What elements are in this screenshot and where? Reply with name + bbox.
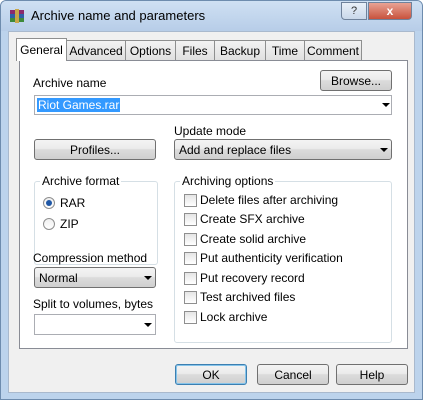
tab-label: Backup	[219, 43, 261, 58]
dialog-body: General Advanced Options Files Backup Ti…	[8, 31, 415, 393]
archive-format-title: Archive format	[40, 174, 122, 188]
tab-time[interactable]: Time	[265, 40, 305, 60]
tab-comment[interactable]: Comment	[304, 40, 362, 60]
chevron-down-icon	[144, 276, 152, 280]
chevron-down-icon[interactable]	[144, 323, 152, 327]
browse-label: Browse...	[330, 73, 381, 88]
tab-files[interactable]: Files	[175, 40, 215, 60]
authenticity-verification-checkbox[interactable]	[184, 252, 197, 265]
tab-label: Files	[182, 43, 208, 58]
tab-general[interactable]: General	[16, 38, 67, 61]
general-tab-panel: Archive name Browse... Riot Games.rar Pr…	[19, 60, 408, 349]
archive-name-label: Archive name	[33, 76, 107, 90]
authenticity-verification-label[interactable]: Put authenticity verification	[200, 251, 343, 265]
tab-options[interactable]: Options	[125, 40, 176, 60]
tab-backup[interactable]: Backup	[214, 40, 266, 60]
ok-label: OK	[202, 367, 220, 382]
update-mode-select[interactable]: Add and replace files	[174, 139, 392, 160]
title-bar[interactable]: Archive name and parameters ? x	[1, 1, 422, 31]
tab-label: Time	[271, 43, 299, 58]
chevron-down-icon[interactable]	[382, 103, 390, 107]
compression-method-select[interactable]: Normal	[34, 267, 156, 288]
help-titlebar-button[interactable]: ?	[341, 2, 367, 20]
profiles-button[interactable]: Profiles...	[34, 139, 156, 160]
delete-files-checkbox[interactable]	[184, 194, 197, 207]
update-mode-label: Update mode	[174, 124, 247, 138]
window-title: Archive name and parameters	[31, 8, 206, 23]
profiles-label: Profiles...	[69, 142, 120, 157]
compression-method-label: Compression method	[33, 251, 148, 265]
archive-name-value: Riot Games.rar	[37, 98, 121, 112]
compression-method-value: Normal	[39, 271, 78, 285]
create-sfx-label[interactable]: Create SFX archive	[200, 212, 305, 226]
archiving-options-title: Archiving options	[180, 174, 276, 188]
close-icon: x	[386, 4, 394, 18]
tab-label: Options	[129, 43, 172, 58]
recovery-record-checkbox[interactable]	[184, 272, 197, 285]
lock-archive-checkbox[interactable]	[184, 311, 197, 324]
create-solid-checkbox[interactable]	[184, 233, 197, 246]
update-mode-value: Add and replace files	[179, 143, 292, 157]
cancel-button[interactable]: Cancel	[257, 364, 329, 385]
zip-radio[interactable]	[43, 218, 55, 230]
ok-button[interactable]: OK	[175, 364, 247, 385]
delete-files-label[interactable]: Delete files after archiving	[200, 193, 338, 207]
tab-label: Advanced	[69, 43, 123, 58]
tab-advanced[interactable]: Advanced	[66, 40, 126, 60]
winrar-icon	[10, 9, 24, 23]
rar-label[interactable]: RAR	[60, 196, 85, 210]
create-solid-label[interactable]: Create solid archive	[200, 232, 306, 246]
test-archived-files-checkbox[interactable]	[184, 291, 197, 304]
zip-label[interactable]: ZIP	[60, 217, 79, 231]
close-button[interactable]: x	[368, 2, 412, 20]
help-button[interactable]: Help	[336, 364, 408, 385]
archive-name-input[interactable]: Riot Games.rar	[34, 95, 392, 115]
split-volumes-label: Split to volumes, bytes	[33, 297, 154, 311]
chevron-down-icon	[380, 148, 388, 152]
test-archived-files-label[interactable]: Test archived files	[200, 290, 295, 304]
tab-label: General	[20, 43, 63, 57]
create-sfx-checkbox[interactable]	[184, 213, 197, 226]
help-icon: ?	[350, 5, 358, 17]
split-volumes-combo[interactable]	[34, 314, 156, 335]
rar-radio[interactable]	[43, 197, 55, 209]
browse-button[interactable]: Browse...	[320, 70, 392, 91]
cancel-label: Cancel	[274, 367, 312, 382]
dialog-window: Archive name and parameters ? x General …	[0, 0, 423, 400]
tab-label: Comment	[306, 43, 359, 58]
help-label: Help	[359, 367, 385, 382]
lock-archive-label[interactable]: Lock archive	[200, 310, 267, 324]
recovery-record-label[interactable]: Put recovery record	[200, 271, 305, 285]
